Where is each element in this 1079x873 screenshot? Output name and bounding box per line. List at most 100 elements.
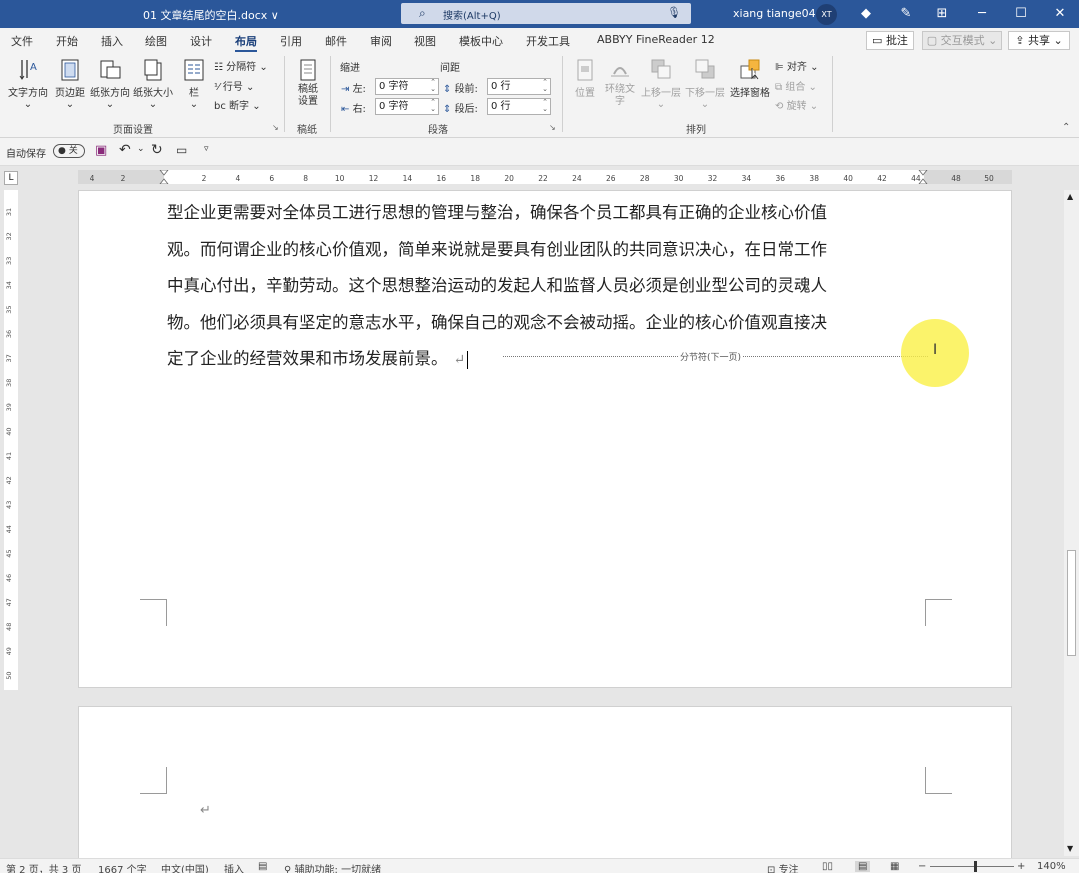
spacing-before-input[interactable]: 0 行 ⌃ ⌄ [487, 78, 551, 95]
send-backward-button[interactable]: 下移一层 ⌄ [684, 58, 726, 110]
maximize-icon[interactable]: ☐ [1010, 4, 1032, 24]
tab-abbyy[interactable]: ABBYY FineReader 12 [597, 33, 715, 46]
text-direction-button[interactable]: A 文字方向 ⌄ [6, 58, 50, 110]
selection-pane-button[interactable]: 选择窗格 [728, 58, 772, 99]
customize-qat-icon[interactable]: ▿ [204, 144, 209, 154]
present-icon[interactable]: ▭ [176, 143, 187, 157]
spin-arrows-icon[interactable]: ⌃ ⌄ [430, 99, 436, 113]
bring-forward-button[interactable]: 上移一层 ⌄ [640, 58, 682, 110]
ruler-number: 2 [121, 174, 126, 183]
pen-icon[interactable]: ✎ [895, 4, 917, 24]
tab-file[interactable]: 文件 [11, 33, 33, 49]
search-box[interactable]: ⌕ 搜索(Alt+Q) 🎙 [401, 3, 691, 24]
zoom-in-icon[interactable]: + [1017, 861, 1025, 872]
page-setup-launcher-icon[interactable]: ↘ [272, 123, 279, 132]
rotate-button[interactable]: ⟲ 旋转 ⌄ [775, 97, 818, 112]
breaks-button[interactable]: ☷ 分隔符 ⌄ [214, 58, 268, 73]
word-window: 01 文章结尾的空白.docx ∨ ⌕ 搜索(Alt+Q) 🎙 xiang ti… [0, 0, 1079, 873]
print-layout-icon[interactable]: ▤ [855, 861, 871, 872]
position-button[interactable]: 位置 [570, 58, 600, 99]
indent-right-value: 0 字符 [379, 101, 409, 112]
vertical-ruler[interactable]: 31 32 33 34 35 36 37 38 39 40 41 42 43 44 45 46 47 48 49 50 [4, 190, 18, 690]
macro-icon[interactable]: ▤ [258, 861, 267, 872]
scroll-down-icon[interactable]: ▼ [1067, 844, 1073, 853]
horizontal-ruler[interactable]: 4 2 2 4 6 8 10 12 14 16 18 20 22 24 26 28 30 32 34 36 38 40 42… [78, 170, 1012, 184]
text-cursor [467, 350, 469, 369]
zoom-slider-thumb[interactable] [974, 861, 977, 872]
zoom-out-icon[interactable]: − [918, 861, 926, 872]
minimize-icon[interactable]: ─ [971, 4, 993, 24]
page-3[interactable]: ↵ [78, 706, 1012, 873]
word-count[interactable]: 1667 个字 [98, 861, 147, 873]
scroll-thumb[interactable] [1067, 550, 1076, 656]
collapse-ribbon-icon[interactable]: ⌃ [1062, 122, 1070, 133]
undo-dropdown-icon[interactable]: ⌄ [137, 144, 145, 154]
wrap-text-button[interactable]: 环绕文字 [602, 58, 638, 108]
read-mode-icon[interactable]: ▯▯ [822, 861, 833, 872]
size-button[interactable]: 纸张大小 ⌄ [131, 58, 175, 110]
page-2[interactable]: 型企业更需要对全体员工进行思想的管理与整治，确保各个员工都具有正确的企业核心价值… [78, 190, 1012, 688]
send-backward-icon [695, 59, 715, 79]
tab-mailings[interactable]: 邮件 [325, 33, 347, 49]
accessibility-status[interactable]: ⚲ 辅助功能: 一切就绪 [284, 861, 381, 873]
tab-view[interactable]: 视图 [414, 33, 436, 49]
save-icon[interactable]: ▣ [95, 143, 107, 158]
scroll-up-icon[interactable]: ▲ [1067, 192, 1073, 201]
left-indent-marker[interactable] [159, 170, 169, 184]
document-title[interactable]: 01 文章结尾的空白.docx ∨ [143, 7, 279, 23]
manuscript-settings-button[interactable]: 稿纸设置 [291, 58, 325, 108]
tab-insert[interactable]: 插入 [101, 33, 123, 49]
web-layout-icon[interactable]: ▦ [890, 861, 899, 872]
paragraph-mark: ↵ [453, 352, 466, 368]
undo-icon[interactable]: ↶ [119, 142, 131, 158]
tab-layout[interactable]: 布局 [235, 33, 257, 52]
body-paragraph[interactable]: 型企业更需要对全体员工进行思想的管理与整治，确保各个员工都具有正确的企业核心价值… [167, 195, 937, 378]
ruler-number: 48 [951, 174, 961, 183]
autosave-toggle[interactable]: ● 关 [53, 144, 85, 158]
tab-review[interactable]: 审阅 [370, 33, 392, 49]
insert-mode[interactable]: 插入 [224, 861, 244, 873]
indent-right-input[interactable]: 0 字符 ⌃ ⌄ [375, 98, 439, 115]
avatar[interactable]: XT [816, 4, 837, 25]
language[interactable]: 中文(中国) [161, 861, 209, 873]
tab-design[interactable]: 设计 [190, 33, 212, 49]
tab-developer[interactable]: 开发工具 [526, 33, 570, 49]
share-button[interactable]: ⇪ 共享 ⌄ [1008, 31, 1070, 50]
tab-home[interactable]: 开始 [56, 33, 78, 49]
line-numbers-button[interactable]: ⅟ 行号 ⌄ [214, 78, 254, 93]
spin-arrows-icon[interactable]: ⌃ ⌄ [542, 79, 548, 93]
spacing-after-input[interactable]: 0 行 ⌃ ⌄ [487, 98, 551, 115]
redo-icon[interactable]: ↻ [151, 142, 163, 158]
spin-arrows-icon[interactable]: ⌃ ⌄ [430, 79, 436, 93]
microphone-icon[interactable]: 🎙 [667, 6, 681, 19]
page-count[interactable]: 第 2 页，共 3 页 [6, 861, 81, 873]
ruler-number: 28 [640, 174, 650, 183]
user-name[interactable]: xiang tiange04 [733, 7, 816, 20]
spacing-before-text: 段前: [454, 84, 478, 95]
columns-icon [184, 59, 204, 81]
tab-references[interactable]: 引用 [280, 33, 302, 49]
columns-button[interactable]: 栏 ⌄ [182, 58, 206, 110]
group-button[interactable]: ⧉ 组合 ⌄ [775, 78, 817, 93]
spin-arrows-icon[interactable]: ⌃ ⌄ [542, 99, 548, 113]
tab-draw[interactable]: 绘图 [145, 33, 167, 49]
close-icon[interactable]: ✕ [1049, 4, 1071, 24]
diamond-icon[interactable]: ◆ [855, 4, 877, 24]
paragraph-launcher-icon[interactable]: ↘ [549, 123, 556, 132]
orientation-button[interactable]: 纸张方向 ⌄ [88, 58, 132, 110]
focus-mode[interactable]: ⊡ 专注 [767, 861, 799, 873]
wrap-text-icon [611, 67, 629, 77]
hyphenation-button[interactable]: bc 断字 ⌄ [214, 97, 261, 112]
comment-button[interactable]: ▭ 批注 [866, 31, 914, 50]
align-button[interactable]: ⊫ 对齐 ⌄ [775, 58, 818, 73]
ribbon-display-icon[interactable]: ⊞ [931, 4, 953, 24]
zoom-level[interactable]: 140% [1037, 861, 1066, 872]
margins-button[interactable]: 页边距 ⌄ [51, 58, 89, 110]
ruler-number: 6 [269, 174, 274, 183]
vertical-scrollbar[interactable]: ▲ ▼ [1064, 190, 1079, 856]
indent-left-input[interactable]: 0 字符 ⌃ ⌄ [375, 78, 439, 95]
tab-selector[interactable]: L [4, 171, 18, 185]
tab-template-center[interactable]: 模板中心 [459, 33, 503, 49]
zoom-slider[interactable] [930, 866, 1014, 867]
interactive-mode-button[interactable]: ▢ 交互模式 ⌄ [922, 31, 1002, 50]
